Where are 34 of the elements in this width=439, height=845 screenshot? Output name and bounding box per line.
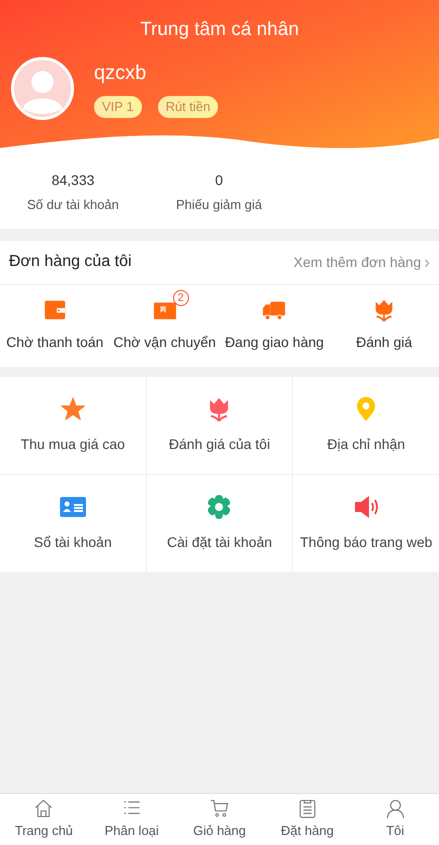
menu-item[interactable]: Thông báo trang web — [293, 474, 439, 572]
menu-item[interactable]: Sổ tài khoản — [0, 474, 146, 572]
menu-item[interactable]: Đánh giá của tôi — [146, 376, 292, 474]
wallet-icon — [42, 298, 67, 322]
speaker-icon — [353, 494, 380, 520]
page-title: Trung tâm cá nhân — [139, 18, 300, 42]
order-status-item[interactable]: Đang giao hàng — [220, 284, 330, 366]
order-status-item[interactable]: Đánh giá — [329, 284, 439, 366]
tab-bar-item[interactable]: Giỏ hàng — [176, 794, 264, 845]
star-icon — [60, 396, 86, 422]
stat-value: 0 — [214, 171, 224, 190]
user-icon — [384, 798, 406, 820]
section-title: Đơn hàng của tôi — [9, 252, 132, 272]
menu-item[interactable]: Cài đặt tài khoản — [146, 474, 292, 572]
cart-icon — [208, 798, 230, 820]
avatar — [11, 56, 74, 120]
menu-item[interactable]: Địa chỉ nhận — [293, 376, 439, 474]
tab-bar-item[interactable]: Trang chủ — [0, 794, 88, 845]
username: qzcxb — [94, 61, 148, 86]
stat-value: 84,333 — [50, 171, 96, 190]
level-badge: VIP 1 — [94, 96, 142, 118]
menu-item[interactable]: Thu mua giá cao — [0, 376, 146, 474]
stat-label: Phiếu giảm giá — [175, 196, 263, 214]
order-status-item[interactable]: 2 Chờ vận chuyển — [110, 284, 220, 366]
stat-label: Số dư tài khoản — [26, 196, 120, 214]
tab-bar-item[interactable]: Tôi — [351, 794, 439, 845]
home-icon — [33, 798, 54, 820]
count-badge: 2 — [172, 290, 189, 306]
see-more-link[interactable]: Xem thêm đơn hàng › — [294, 252, 430, 272]
gear-icon — [206, 494, 232, 520]
tab-bar-item[interactable]: Đặt hàng — [263, 794, 352, 845]
tab-bar-item[interactable]: Phân loại — [88, 794, 176, 845]
order-status-item[interactable]: Chờ thanh toán — [0, 284, 110, 366]
clipboard-icon — [296, 798, 318, 820]
